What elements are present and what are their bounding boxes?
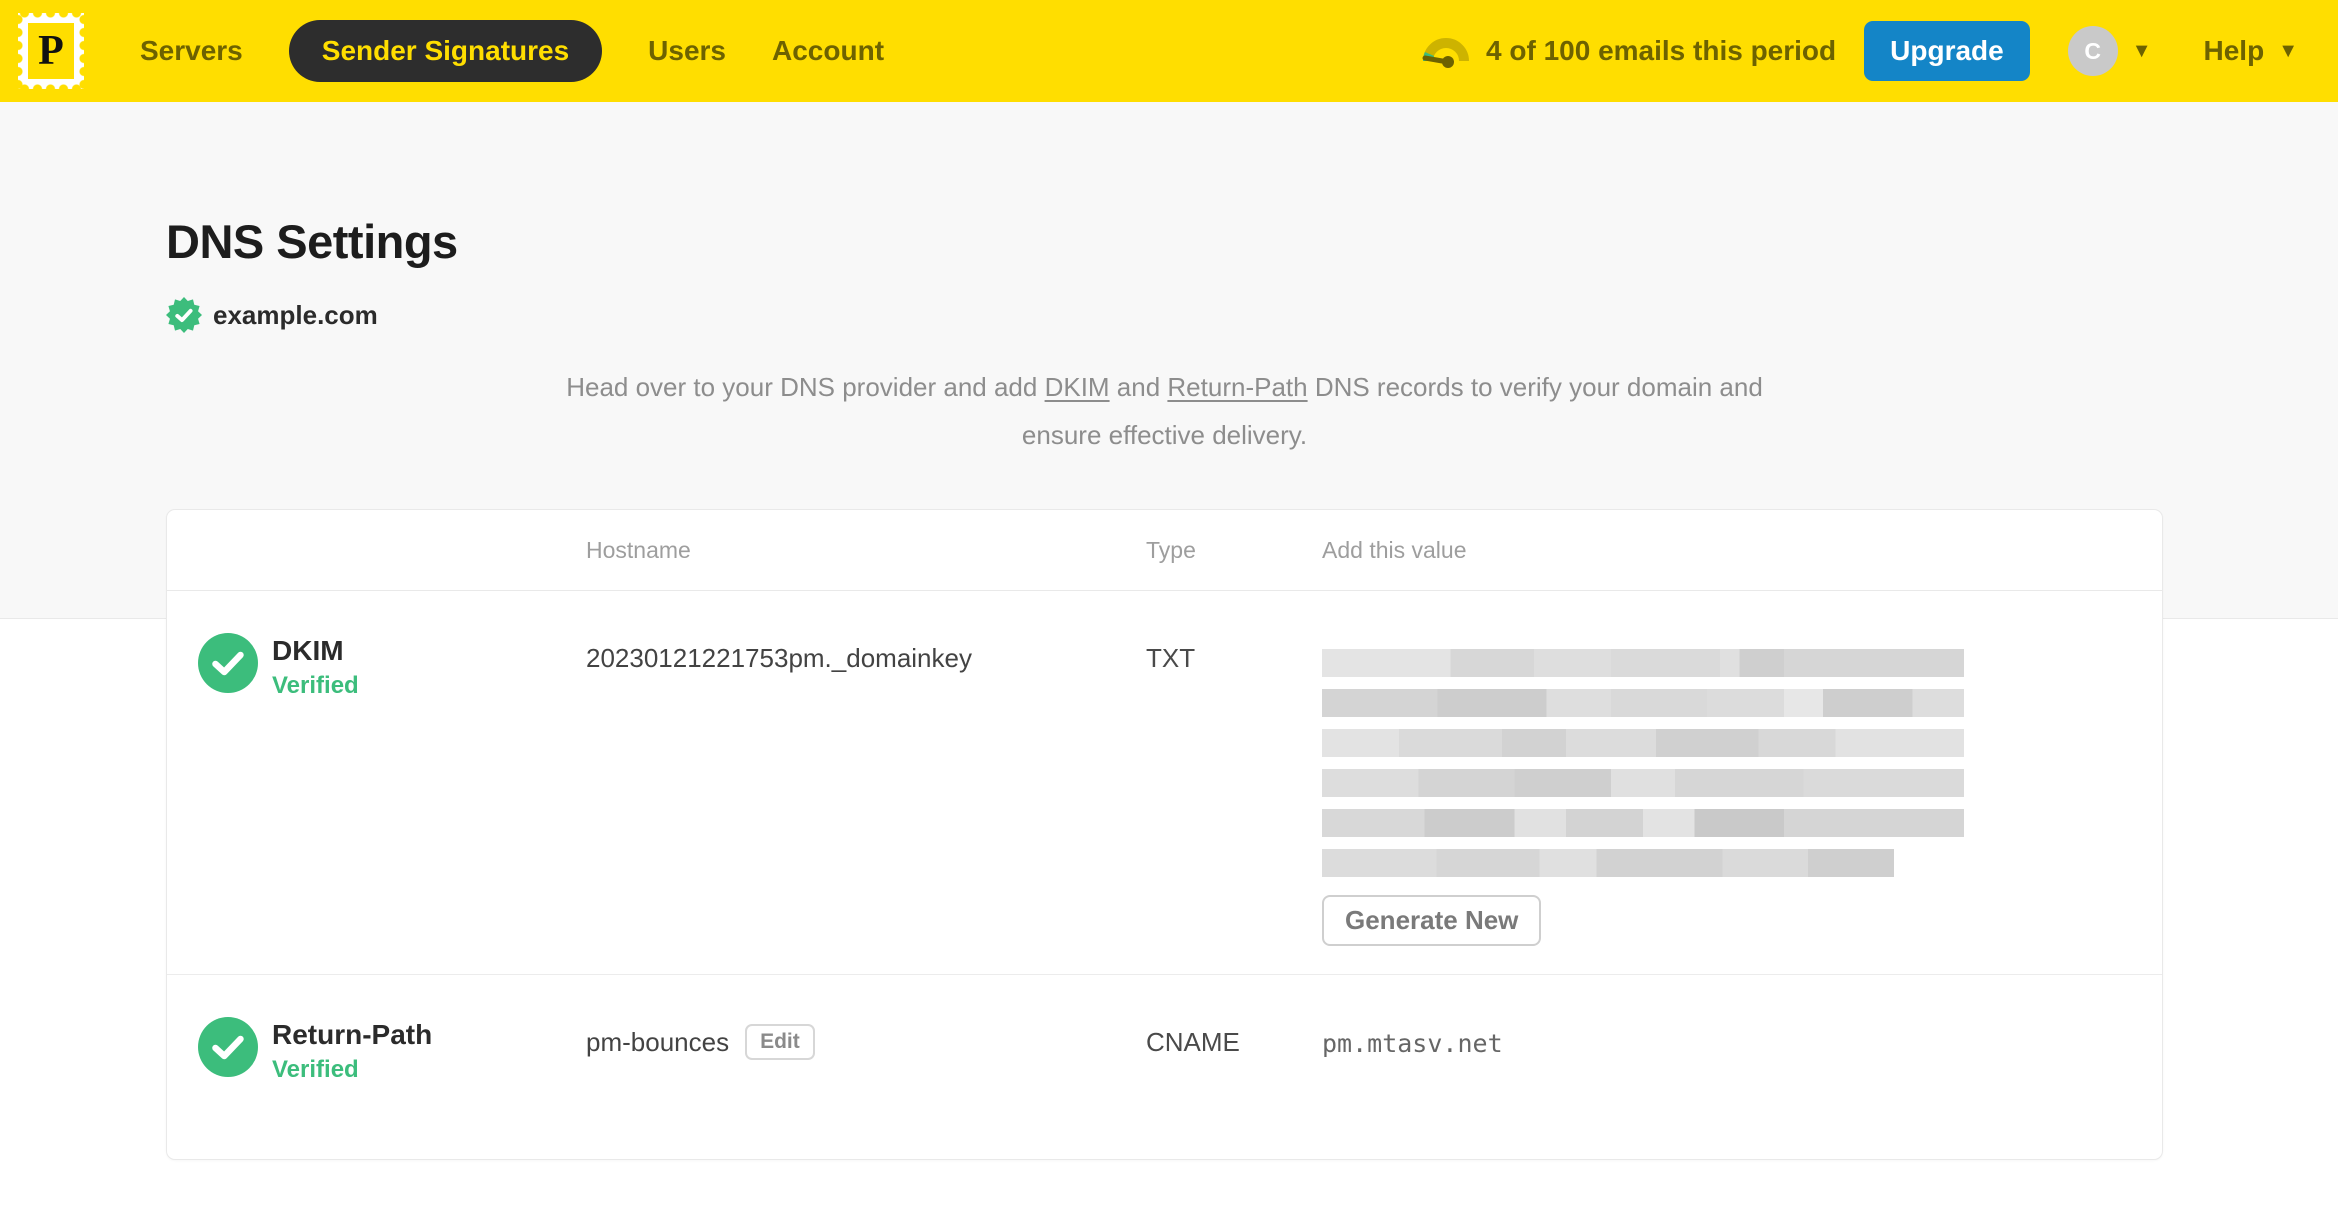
help-menu[interactable]: Help ▼ (2204, 35, 2298, 67)
return-path-link[interactable]: Return-Path (1167, 372, 1307, 402)
domain-name: example.com (213, 299, 378, 330)
column-type: Type (1146, 536, 1196, 563)
dkim-hostname: 20230121221753pm._domainkey (586, 643, 972, 673)
account-menu[interactable]: C ▼ (2067, 26, 2152, 76)
column-value: Add this value (1322, 536, 1467, 563)
redacted-value-line (1322, 649, 1964, 677)
table-row-dkim: DKIM Verified 20230121221753pm._domainke… (167, 591, 2162, 975)
dkim-status-text: DKIM Verified (272, 633, 359, 700)
redacted-value-line (1322, 809, 1964, 837)
nav-item-account[interactable]: Account (772, 35, 884, 67)
table-header-row: Hostname Type Add this value (167, 510, 2162, 591)
verified-check-icon (198, 633, 258, 693)
verified-domain: example.com (166, 297, 2163, 333)
verified-seal-icon (166, 297, 202, 333)
redacted-value-line (1322, 769, 1964, 797)
dkim-link[interactable]: DKIM (1045, 372, 1110, 402)
edit-button[interactable]: Edit (745, 1024, 815, 1060)
return-path-status-text: Return-Path Verified (272, 1017, 432, 1084)
page-title: DNS Settings (166, 215, 458, 268)
nav-items: Servers Sender Signatures Users Account (140, 20, 884, 82)
status-badge: Verified (272, 1056, 359, 1083)
return-path-type: CNAME (1146, 1027, 1240, 1057)
usage-text: 4 of 100 emails this period (1486, 35, 1837, 66)
avatar[interactable]: C (2067, 26, 2118, 76)
dns-instructions: Head over to your DNS provider and add D… (530, 363, 1800, 459)
nav-item-users[interactable]: Users (648, 35, 726, 67)
navbar-right: 4 of 100 emails this period Upgrade C ▼ … (1420, 21, 2298, 81)
upgrade-button[interactable]: Upgrade (1864, 21, 2030, 81)
record-name: Return-Path (272, 1019, 433, 1050)
dkim-type: TXT (1146, 643, 1196, 673)
nav-item-sender-signatures[interactable]: Sender Signatures (288, 20, 603, 82)
return-path-hostname-cell: pm-bounces Edit (586, 975, 1146, 1159)
record-name: DKIM (272, 635, 344, 666)
return-path-value: pm.mtasv.net (1322, 1029, 1503, 1058)
dkim-value-cell: Generate New (1322, 591, 2162, 974)
chevron-down-icon: ▼ (2131, 39, 2152, 62)
redacted-value-line (1322, 689, 1964, 717)
column-hostname: Hostname (586, 536, 691, 563)
instructions-part1: Head over to your DNS provider and add (566, 372, 1045, 402)
top-navbar: P Servers Sender Signatures Users Accoun… (0, 0, 2338, 102)
redacted-value-line (1322, 849, 1894, 877)
nav-item-servers[interactable]: Servers (140, 35, 243, 67)
redacted-value-line (1322, 729, 1964, 757)
return-path-hostname: pm-bounces (586, 1027, 730, 1057)
instructions-part2: and (1109, 372, 1168, 402)
dkim-status-cell: DKIM Verified (167, 591, 586, 974)
logo-letter: P (28, 23, 74, 79)
help-label: Help (2203, 35, 2265, 66)
generate-new-button[interactable]: Generate New (1322, 895, 1542, 946)
status-badge: Verified (272, 672, 359, 699)
verified-check-icon (198, 1017, 258, 1077)
dns-records-table: Hostname Type Add this value DKIM Verifi… (166, 509, 2163, 1160)
table-row-return-path: Return-Path Verified pm-bounces Edit CNAM… (167, 975, 2162, 1159)
return-path-status-cell: Return-Path Verified (167, 975, 586, 1159)
chevron-down-icon: ▼ (2278, 39, 2298, 62)
main-content: DNS Settings example.com Head over to yo… (0, 102, 2338, 1160)
postmark-logo[interactable]: P (18, 13, 84, 89)
usage-gauge-icon (1422, 38, 1470, 68)
